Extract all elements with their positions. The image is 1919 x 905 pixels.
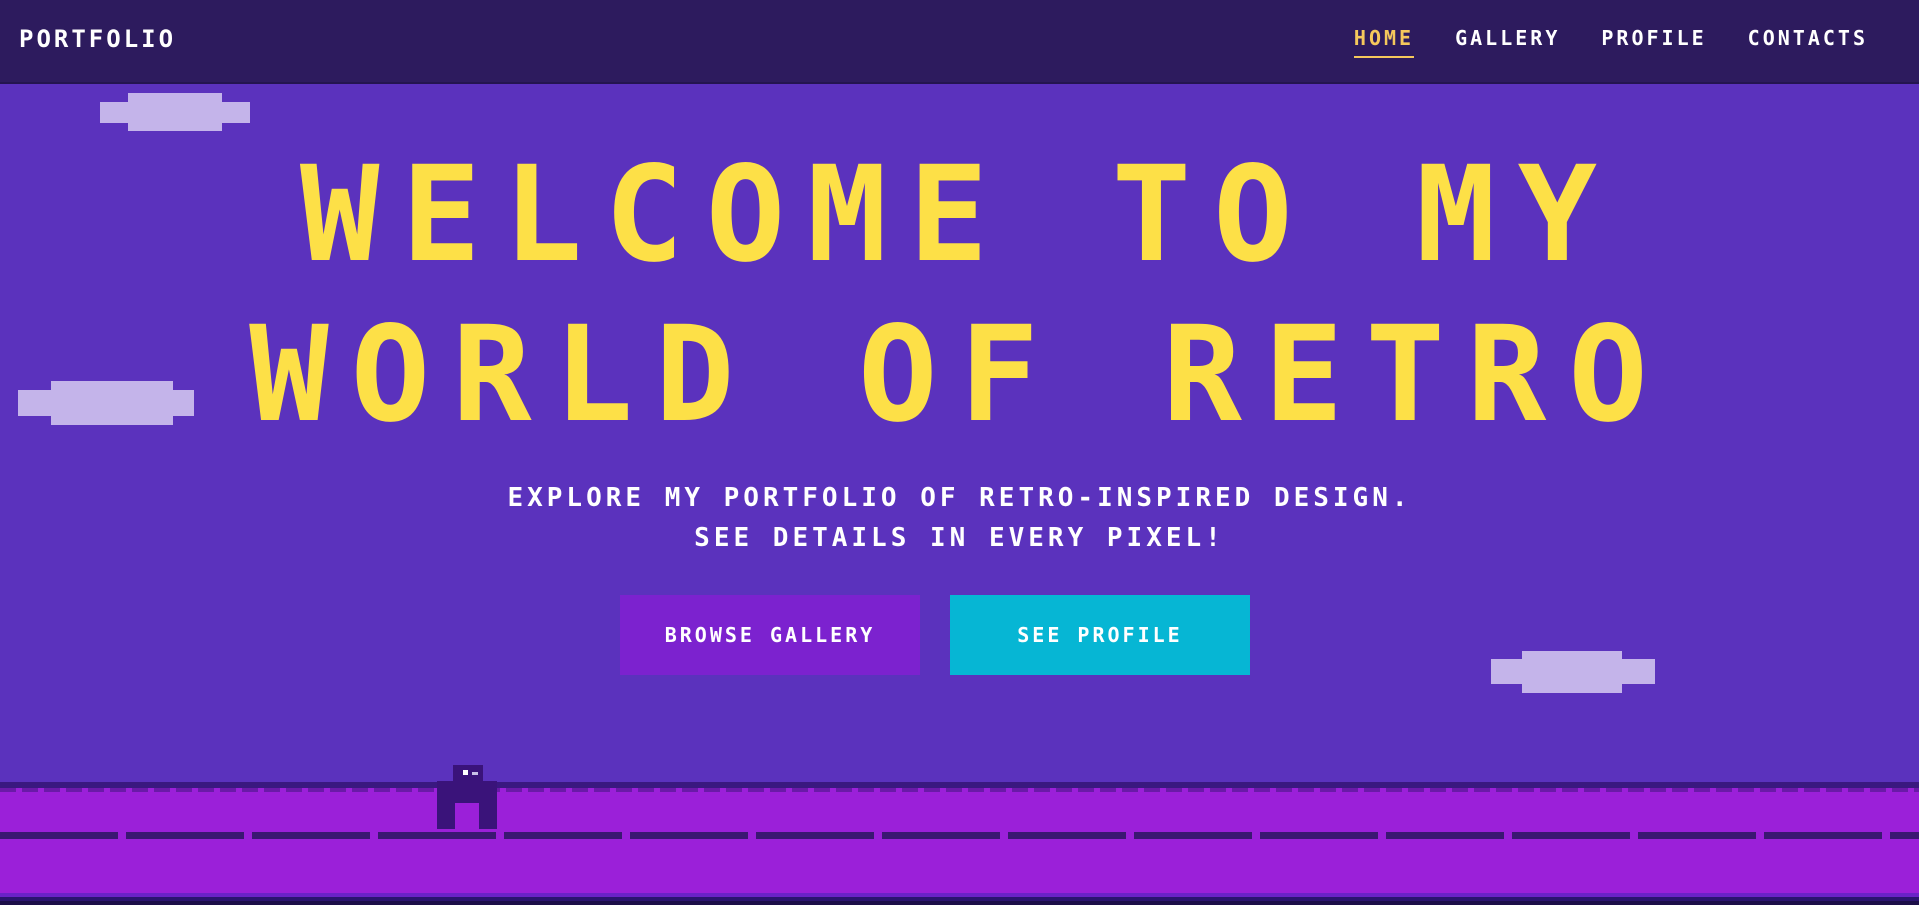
cloud-decoration-1 xyxy=(100,93,250,131)
ground-bottom-edge xyxy=(0,893,1919,905)
hero-title: WELCOME TO MY WORLD OF RETRO xyxy=(0,135,1919,455)
see-profile-button[interactable]: SEE PROFILE xyxy=(950,595,1250,675)
nav-item-profile[interactable]: PROFILE xyxy=(1601,24,1706,58)
character-eye-right xyxy=(472,772,478,775)
nav-links: HOME GALLERY PROFILE CONTACTS xyxy=(1353,24,1868,58)
hero-title-line-1: WELCOME TO MY xyxy=(299,138,1620,292)
browse-gallery-button[interactable]: BROWSE GALLERY xyxy=(620,595,920,675)
nav-item-contacts[interactable]: CONTACTS xyxy=(1748,24,1868,58)
hero-title-line-2: WORLD OF RETRO xyxy=(249,298,1670,452)
nav-item-gallery[interactable]: GALLERY xyxy=(1455,24,1560,58)
hero-subtitle: EXPLORE MY PORTFOLIO OF RETRO-INSPIRED D… xyxy=(0,478,1919,558)
hero-subtitle-line-1: EXPLORE MY PORTFOLIO OF RETRO-INSPIRED D… xyxy=(507,483,1412,513)
brand-logo[interactable]: PORTFOLIO xyxy=(19,24,176,54)
pixel-character-sprite xyxy=(437,765,497,829)
ground-top-texture xyxy=(0,788,1919,792)
pixel-ground xyxy=(0,782,1919,905)
character-eye-left xyxy=(463,770,468,775)
cloud-decoration-3 xyxy=(1491,651,1655,693)
top-navbar: PORTFOLIO HOME GALLERY PROFILE CONTACTS xyxy=(0,0,1919,84)
ground-brick-line xyxy=(0,832,1919,839)
nav-item-home[interactable]: HOME xyxy=(1353,24,1415,58)
hero-subtitle-line-2: SEE DETAILS IN EVERY PIXEL! xyxy=(694,523,1225,553)
